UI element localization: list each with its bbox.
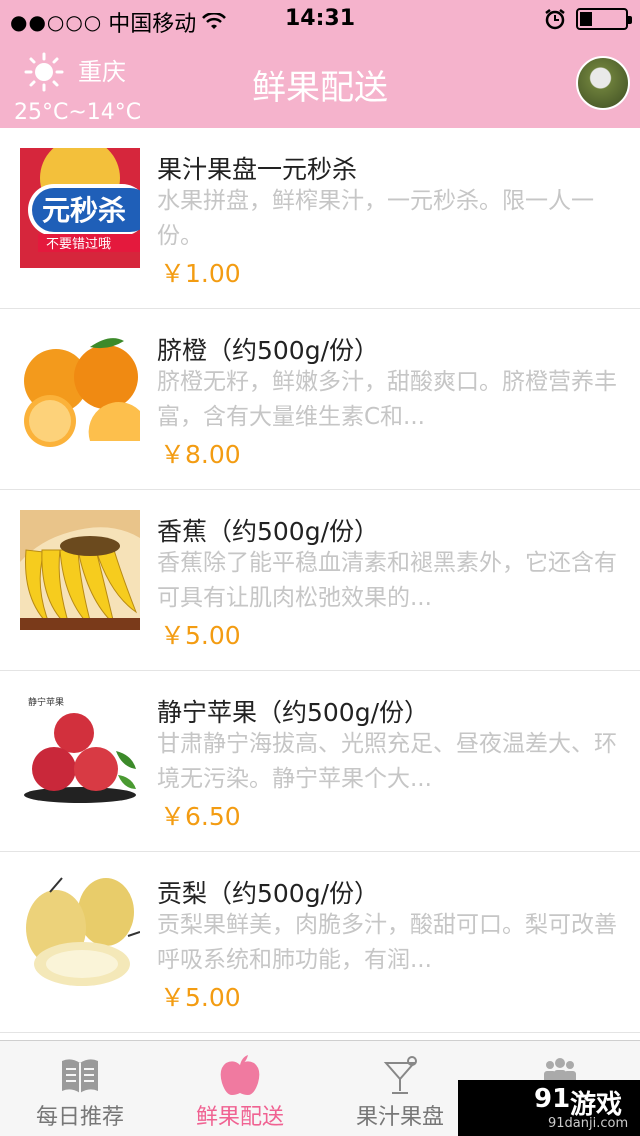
watermark-logo: 91 游戏 91danji.com	[458, 1080, 640, 1136]
orange-image	[20, 329, 140, 449]
item-description: 脐橙无籽，鲜嫩多汁，甜酸爽口。脐橙营养丰富，含有大量维生素C和...	[157, 369, 617, 430]
apple-icon	[220, 1055, 260, 1095]
status-bar: ●●○○○ 中国移动 14:31	[0, 0, 640, 40]
header-bar: ●●○○○ 中国移动 14:31 重庆 25°C~14°C 鲜果配送	[0, 0, 640, 128]
watermark-number: 91	[534, 1084, 571, 1114]
apple-image-caption: 静宁苹果	[28, 696, 64, 708]
item-title: 贡梨（约500g/份）	[157, 879, 380, 908]
page-title: 鲜果配送	[252, 68, 388, 108]
status-right	[544, 8, 632, 30]
tab-fresh-fruit[interactable]: 鲜果配送	[160, 1041, 320, 1136]
apple-image: 静宁苹果	[20, 691, 140, 811]
battery-icon	[576, 8, 632, 30]
watermark-url: 91danji.com	[548, 1116, 629, 1131]
list-item[interactable]: 元秒杀 不要错过哦 果汁果盘一元秒杀 水果拼盘，鲜榨果汁，一元秒杀。限一人一份。…	[0, 128, 640, 309]
book-icon	[62, 1059, 98, 1093]
promo-image: 元秒杀 不要错过哦	[20, 148, 140, 268]
tab-label: 每日推荐	[35, 1105, 124, 1130]
item-description: 贡梨果鲜美，肉脆多汁，酸甜可口。梨可改善呼吸系统和肺功能，有润...	[157, 912, 617, 973]
item-price: ￥5.00	[160, 983, 241, 1012]
cocktail-icon	[383, 1056, 417, 1094]
list-item[interactable]: 贡梨（约500g/份） 贡梨果鲜美，肉脆多汁，酸甜可口。梨可改善呼吸系统和肺功能…	[0, 852, 640, 1033]
product-list: 元秒杀 不要错过哦 果汁果盘一元秒杀 水果拼盘，鲜榨果汁，一元秒杀。限一人一份。…	[0, 128, 640, 1040]
item-description: 水果拼盘，鲜榨果汁，一元秒杀。限一人一份。	[157, 188, 594, 249]
list-item[interactable]: 脐橙（约500g/份） 脐橙无籽，鲜嫩多汁，甜酸爽口。脐橙营养丰富，含有大量维生…	[0, 309, 640, 490]
item-title: 果汁果盘一元秒杀	[157, 155, 358, 184]
tab-daily-recommend[interactable]: 每日推荐	[0, 1041, 160, 1136]
pear-image	[20, 872, 140, 992]
item-description: 香蕉除了能平稳血清素和褪黑素外，它还含有可具有让肌肉松弛效果的...	[157, 550, 617, 611]
promo-banner-subtext: 不要错过哦	[46, 237, 111, 252]
tab-label: 果汁果盘	[355, 1105, 444, 1130]
item-title: 脐橙（约500g/份）	[157, 336, 380, 365]
tab-juice-platter[interactable]: 果汁果盘	[320, 1041, 480, 1136]
item-price: ￥5.00	[160, 621, 241, 650]
tab-label: 鲜果配送	[195, 1105, 284, 1130]
item-title: 静宁苹果（约500g/份）	[157, 698, 430, 727]
item-title: 香蕉（约500g/份）	[157, 517, 380, 546]
list-item[interactable]: 静宁苹果 静宁苹果（约500g/份） 甘肃静宁海拔高、光照充足、昼夜温差大、环境…	[0, 671, 640, 852]
avatar[interactable]	[576, 56, 630, 110]
item-description: 甘肃静宁海拔高、光照充足、昼夜温差大、环境无污染。静宁苹果个大...	[157, 731, 617, 792]
list-item[interactable]: 香蕉（约500g/份） 香蕉除了能平稳血清素和褪黑素外，它还含有可具有让肌肉松弛…	[0, 490, 640, 671]
item-price: ￥1.00	[160, 259, 241, 288]
alarm-icon	[545, 9, 565, 30]
item-price: ￥8.00	[160, 440, 241, 469]
item-price: ￥6.50	[160, 802, 241, 831]
banana-image	[20, 510, 140, 630]
promo-banner-text: 元秒杀	[42, 194, 126, 227]
